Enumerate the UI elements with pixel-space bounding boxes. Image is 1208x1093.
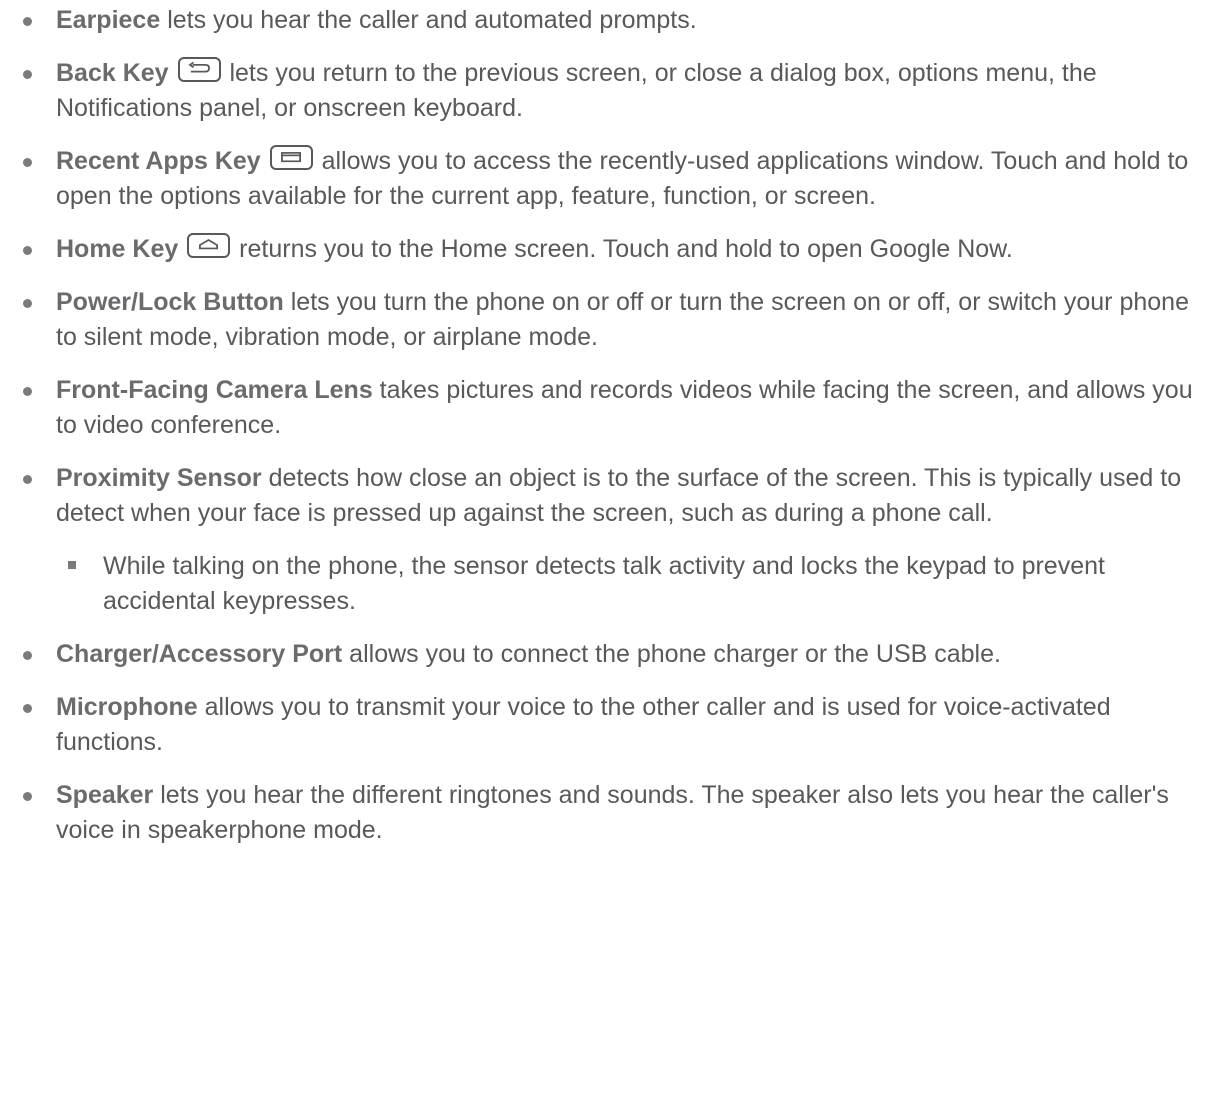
list-item-back-key: Back Key lets you return to the previous… (0, 56, 1208, 126)
item-text: lets you hear the different ringtones an… (56, 781, 1169, 844)
item-text: While talking on the phone, the sensor d… (103, 552, 1105, 615)
list-item-front-camera-lens: Front-Facing Camera Lens takes pictures … (0, 373, 1208, 443)
home-key-icon (187, 233, 231, 258)
item-term: Charger/Accessory Port (56, 640, 343, 668)
item-term: Proximity Sensor (56, 464, 262, 492)
bullet (23, 704, 32, 713)
bullet (23, 158, 32, 167)
back-key-icon (177, 57, 221, 82)
list-item-power-lock-button: Power/Lock Button lets you turn the phon… (0, 285, 1208, 355)
item-text: lets you hear the caller and automated p… (160, 6, 697, 34)
item-term: Back Key (56, 59, 169, 87)
bullet (23, 246, 32, 255)
list-item-microphone: Microphone allows you to transmit your v… (0, 690, 1208, 760)
item-term: Power/Lock Button (56, 288, 284, 316)
bullet (23, 70, 32, 79)
list-item-home-key: Home Key returns you to the Home screen.… (0, 232, 1208, 267)
sub-list-item-proximity-note: While talking on the phone, the sensor d… (0, 549, 1208, 619)
item-term: Home Key (56, 235, 179, 263)
square-bullet (68, 561, 76, 569)
item-term: Speaker (56, 781, 154, 809)
bullet (23, 387, 32, 396)
item-text: returns you to the Home screen. Touch an… (232, 235, 1013, 263)
list-item-charger-port: Charger/Accessory Port allows you to con… (0, 637, 1208, 672)
list-item-recent-apps-key: Recent Apps Key allows you to access the… (0, 144, 1208, 214)
list-item-speaker: Speaker lets you hear the different ring… (0, 778, 1208, 848)
item-term: Earpiece (56, 6, 161, 34)
bullet (23, 475, 32, 484)
list-item-proximity-sensor: Proximity Sensor detects how close an ob… (0, 461, 1208, 531)
list-item-earpiece: Earpiece lets you hear the caller and au… (0, 3, 1208, 38)
bullet (23, 792, 32, 801)
item-term: Front-Facing Camera Lens (56, 376, 373, 404)
bullet (23, 17, 32, 26)
item-text: allows you to connect the phone charger … (342, 640, 1001, 668)
bullet (23, 651, 32, 660)
item-term: Microphone (56, 693, 198, 721)
document-body: Earpiece lets you hear the caller and au… (0, 0, 1208, 848)
recent-apps-key-icon (269, 145, 313, 170)
item-text: allows you to transmit your voice to the… (56, 693, 1111, 756)
item-term: Recent Apps Key (56, 147, 261, 175)
bullet (23, 299, 32, 308)
